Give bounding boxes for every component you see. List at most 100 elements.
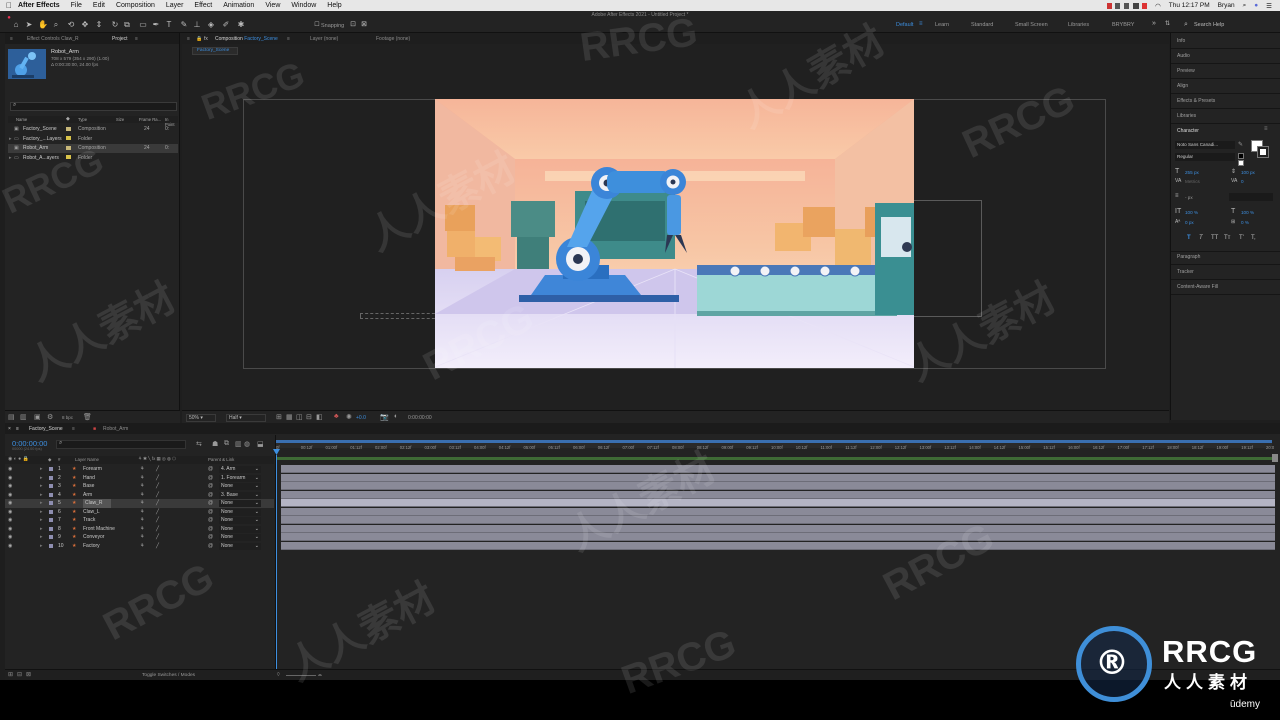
parent-select[interactable]: 3. Base ⌄ — [219, 491, 261, 499]
user-name[interactable]: Bryan — [1218, 2, 1235, 9]
layer-label-color[interactable] — [49, 535, 53, 539]
small-caps-button[interactable]: Tт — [1224, 235, 1230, 241]
pick-whip-icon[interactable]: @ — [208, 474, 213, 483]
shy-switch-icon[interactable]: ⚘ — [140, 465, 144, 474]
draft-3d-icon[interactable]: ☗ — [212, 440, 218, 448]
pick-whip-icon[interactable]: @ — [208, 533, 213, 542]
menu-composition[interactable]: Composition — [116, 2, 155, 9]
tab-project-menu-icon[interactable]: ≡ — [135, 36, 138, 42]
layer-track-bar[interactable] — [281, 516, 1275, 524]
menu-window[interactable]: Window — [291, 2, 316, 9]
layer-expand-icon[interactable]: ▸ — [40, 508, 43, 517]
layer-name[interactable]: Claw_L — [83, 508, 100, 517]
comp-tab-menu-icon[interactable]: ≡ — [187, 36, 190, 42]
shy-switch-icon[interactable]: ⚘ — [140, 474, 144, 483]
character-menu-icon[interactable]: ≡ — [1264, 126, 1268, 132]
status-icons[interactable] — [1107, 2, 1148, 9]
label-color-swatch[interactable] — [66, 145, 71, 150]
expand-layer-switches-icon[interactable]: ⊞ — [8, 671, 13, 678]
parent-select[interactable]: None ⌄ — [219, 542, 261, 550]
zoom-in-icon[interactable]: ⌓ — [318, 672, 322, 678]
workspace-brybry[interactable]: BRYBRY — [1112, 22, 1134, 28]
snap-options-icon[interactable]: ⊡ — [348, 20, 358, 30]
tab-effect-controls[interactable]: Effect Controls Claw_R — [27, 36, 79, 42]
quality-switch-icon[interactable]: ╱ — [156, 533, 159, 542]
quality-switch-icon[interactable]: ╱ — [156, 525, 159, 534]
quality-switch-icon[interactable]: ╱ — [156, 491, 159, 500]
quality-switch-icon[interactable]: ╱ — [156, 474, 159, 483]
parent-select[interactable]: None ⌄ — [219, 534, 261, 541]
puppet-tool-icon[interactable]: ✱ — [236, 20, 246, 30]
layer-row[interactable]: ◉ ▸ 9 ★ Conveyor ⚘ ╱ @ None ⌄ — [5, 533, 274, 542]
layer-track-bar[interactable] — [281, 473, 1275, 482]
settings-icon[interactable]: ⚙ — [47, 413, 53, 421]
col-frame-rate[interactable]: Frame Ra... — [139, 117, 161, 122]
shy-switch-icon[interactable]: ⚘ — [140, 508, 144, 517]
panel-info[interactable]: Info — [1177, 38, 1185, 44]
search-help-field[interactable]: ⌕ Search Help — [1182, 20, 1272, 30]
comp-flowchart-button[interactable]: Factory_Scene — [192, 47, 238, 55]
switches-icons[interactable]: ⚘ ✱ ╲ fx ▦ ◎ ◍ ⬡ — [138, 456, 176, 462]
layer-row[interactable]: ◉ ▸ 3 ★ Base ⚘ ╱ @ None ⌄ — [5, 482, 274, 491]
workspace-default[interactable]: Default — [896, 22, 913, 28]
quality-switch-icon[interactable]: ╱ — [156, 516, 159, 525]
motion-blur-icon[interactable]: ◍ — [244, 440, 250, 448]
selection-tool-icon[interactable]: ➤ — [24, 20, 34, 30]
exposure-reset-icon[interactable]: ✺ — [346, 413, 352, 421]
tab-footage[interactable]: Footage (none) — [376, 36, 410, 42]
col-type[interactable]: Type — [78, 117, 87, 122]
shy-switch-icon[interactable]: ⚘ — [140, 491, 144, 500]
vertical-scale-value[interactable]: 100 % — [1185, 210, 1198, 215]
panel-align[interactable]: Align — [1177, 83, 1188, 89]
col-parent-link[interactable]: Parent & Link — [208, 457, 234, 462]
rotate-tool-icon[interactable]: ↻ — [110, 20, 120, 30]
layer-name[interactable]: Arm — [83, 491, 92, 500]
parent-select[interactable]: None ⌄ — [219, 517, 261, 524]
eyedropper-icon[interactable]: ✎ — [1238, 141, 1243, 148]
layer-track-bar[interactable] — [281, 499, 1275, 507]
layer-expand-icon[interactable]: ▸ — [40, 533, 43, 542]
visibility-eye-icon[interactable]: ◉ — [8, 482, 12, 491]
menu-layer[interactable]: Layer — [166, 2, 184, 9]
layer-expand-icon[interactable]: ▸ — [40, 482, 43, 491]
layer-label-color[interactable] — [49, 492, 53, 497]
layer-label-color[interactable] — [49, 518, 53, 522]
visibility-eye-icon[interactable]: ◉ — [8, 491, 12, 500]
visibility-eye-icon[interactable]: ◉ — [8, 465, 12, 474]
layer-row[interactable]: ◉ ▸ 1 ★ Forearm ⚘ ╱ @4. Arm ⌄ — [5, 465, 274, 474]
mask-visibility-icon[interactable]: ◫ — [296, 413, 303, 421]
faux-italic-button[interactable]: T — [1199, 235, 1203, 241]
layer-label-color[interactable] — [49, 526, 53, 531]
layer-row[interactable]: ◉ ▸ 2 ★ Hand ⚘ ╱ @1. Forearm ⌄ — [5, 474, 274, 483]
layer-expand-icon[interactable]: ▸ — [40, 542, 43, 551]
more-workspaces-icon[interactable]: » — [1152, 20, 1156, 27]
parent-select[interactable]: 1. Forearm ⌄ — [219, 474, 261, 482]
brush-tool-icon[interactable]: ✎ — [179, 20, 189, 30]
layer-expand-icon[interactable]: ▸ — [40, 525, 43, 534]
quality-switch-icon[interactable]: ╱ — [156, 499, 159, 508]
quality-switch-icon[interactable]: ╱ — [156, 482, 159, 491]
hand-tool-icon[interactable]: ✋ — [38, 20, 48, 30]
layer-name[interactable]: Conveyor — [83, 533, 104, 542]
shy-switch-icon[interactable]: ⚘ — [140, 542, 144, 551]
expand-render-time-icon[interactable]: ⊠ — [26, 671, 31, 678]
pick-whip-icon[interactable]: @ — [208, 525, 213, 534]
subscript-button[interactable]: T, — [1251, 235, 1256, 241]
parent-select[interactable]: 4. Arm ⌄ — [219, 466, 261, 473]
notification-center-icon[interactable]: ☰ — [1266, 2, 1272, 10]
visibility-eye-icon[interactable]: ◉ — [8, 516, 12, 525]
timeline-close-icon[interactable]: × — [8, 426, 11, 432]
layer-row[interactable]: ◉ ▸ 4 ★ Arm ⚘ ╱ @3. Base ⌄ — [5, 491, 274, 500]
dolly-camera-icon[interactable]: ⇕ — [94, 20, 104, 30]
all-caps-button[interactable]: TT — [1211, 235, 1218, 241]
magnification-select[interactable]: 50% ▾ — [186, 414, 216, 422]
layer-track-bar[interactable] — [281, 524, 1275, 533]
project-item-row[interactable]: ▸ ▭ Factory_...Layers Folder — [8, 135, 178, 144]
panel-audio[interactable]: Audio — [1177, 53, 1190, 59]
expand-arrow-icon[interactable]: ▸ — [9, 154, 12, 163]
home-icon[interactable]: ⌂ — [11, 20, 21, 30]
pick-whip-icon[interactable]: @ — [208, 499, 213, 508]
shy-switch-icon[interactable]: ⚘ — [140, 482, 144, 491]
layer-track-bar[interactable] — [281, 507, 1275, 516]
workspace-menu-icon[interactable]: ≡ — [919, 21, 923, 27]
